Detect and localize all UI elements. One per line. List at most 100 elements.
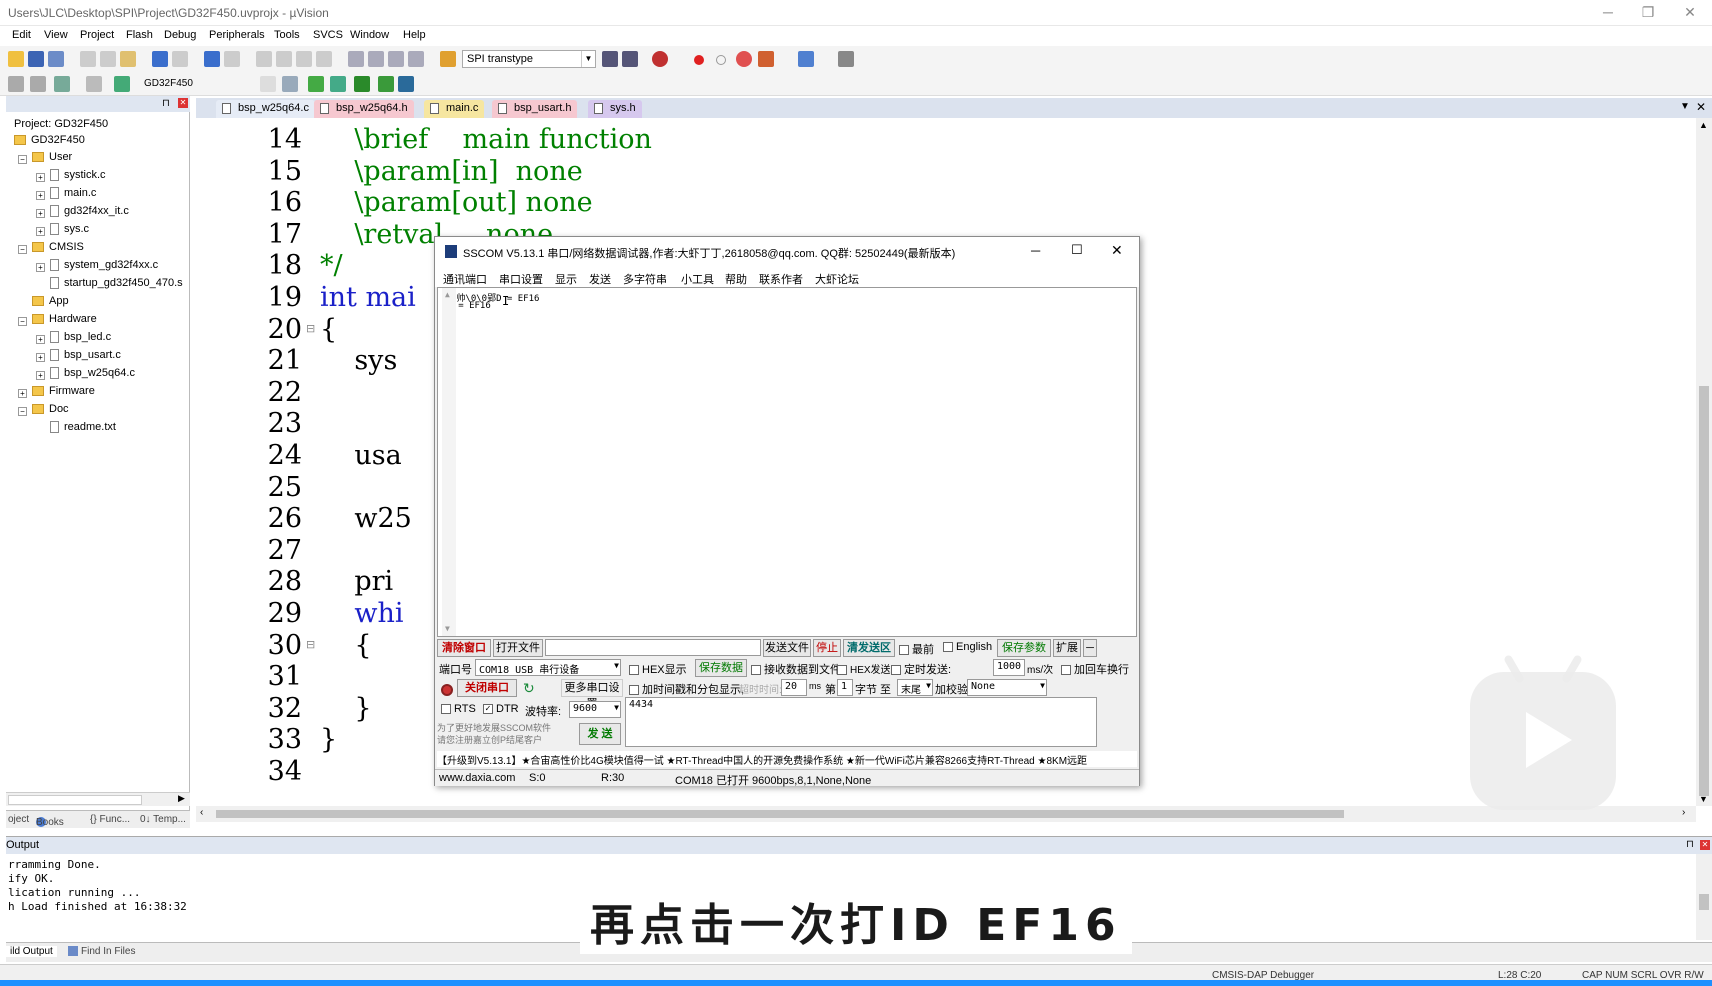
close-icon[interactable]: ✕ <box>1696 100 1706 114</box>
hex-display-checkbox[interactable]: HEX显示 <box>629 661 687 677</box>
output-vscroll[interactable] <box>1696 854 1712 940</box>
breakpoint-disable-icon[interactable] <box>716 55 726 65</box>
project-hscroll[interactable]: ▶ <box>6 792 190 806</box>
tab-list-icon[interactable]: ▼ <box>1680 101 1690 112</box>
timeout-input[interactable]: 20 <box>781 679 807 696</box>
tab-bsp-usart-h[interactable]: bsp_usart.h <box>492 100 578 118</box>
receive-area[interactable]: 郢D帅\0\0郢D = EF16 ID = EF16 I ▲ ▼ <box>437 287 1137 637</box>
rebuild-icon[interactable] <box>54 76 70 92</box>
batch-build-icon[interactable] <box>86 76 102 92</box>
bookmark-next-icon[interactable] <box>296 51 312 67</box>
menu-debug[interactable]: Debug <box>164 29 196 41</box>
baud-select[interactable]: 9600 ▼ <box>569 701 621 718</box>
clear-window-button[interactable]: 清除窗口 <box>437 639 491 657</box>
tree-file-system[interactable]: system_gd32f4xx.c <box>50 259 158 272</box>
close-icon[interactable]: ✕ <box>1672 4 1708 24</box>
forward-icon[interactable] <box>224 51 240 67</box>
configure-icon[interactable] <box>838 51 854 67</box>
tab-bsp-w25q64-c[interactable]: bsp_w25q64.c <box>216 100 315 118</box>
editor-vscroll-thumb[interactable] <box>1699 386 1709 796</box>
tree-target[interactable]: GD32F450 <box>14 134 85 146</box>
find-icon[interactable] <box>602 51 618 67</box>
scroll-right-icon[interactable]: ▶ <box>178 793 185 804</box>
tree-file-main[interactable]: main.c <box>50 187 96 200</box>
open-folder-icon[interactable] <box>8 51 24 67</box>
pin-icon[interactable]: ⊓ <box>162 98 170 109</box>
scroll-left-icon[interactable]: ‹ <box>200 807 203 818</box>
output-vscroll-thumb[interactable] <box>1699 894 1709 910</box>
close-icon[interactable]: ✕ <box>1111 242 1123 259</box>
expand-icon[interactable]: + <box>36 335 45 344</box>
dtr-checkbox[interactable]: ✓ DTR <box>483 703 519 715</box>
comment-icon[interactable] <box>388 51 404 67</box>
bookmark-icon[interactable] <box>256 51 272 67</box>
scroll-up-icon[interactable]: ▲ <box>1699 120 1708 130</box>
collapse-icon[interactable]: ─ <box>1083 639 1097 657</box>
send-file-button[interactable]: 发送文件 <box>763 639 811 657</box>
minimize-icon[interactable]: ─ <box>1590 4 1626 24</box>
build-icon[interactable] <box>30 76 46 92</box>
expand-button[interactable]: 扩展 <box>1053 639 1081 657</box>
receive-vscroll[interactable]: ▲ ▼ <box>442 288 456 636</box>
tab-functions[interactable]: {} Func... <box>90 814 130 825</box>
sscom-menu-tools[interactable]: 小工具 <box>681 271 714 287</box>
options-icon[interactable] <box>260 76 276 92</box>
menu-edit[interactable]: Edit <box>12 29 31 41</box>
breakpoint-icon[interactable] <box>694 55 704 65</box>
collapse-icon[interactable]: − <box>18 407 27 416</box>
file-path-input[interactable] <box>545 639 761 656</box>
sscom-menu-contact[interactable]: 联系作者 <box>759 271 803 287</box>
tree-file-bsp-usart[interactable]: bsp_usart.c <box>50 349 121 362</box>
timestamp-checkbox[interactable]: 加时间戳和分包显示, <box>629 681 744 697</box>
editor-hscroll-thumb[interactable] <box>216 810 1344 818</box>
run-icon[interactable] <box>308 76 324 92</box>
byte-start-input[interactable]: 1 <box>837 679 853 696</box>
timed-send-checkbox[interactable]: 定时发送: <box>891 661 951 677</box>
sscom-menu-display[interactable]: 显示 <box>555 271 577 287</box>
indent-icon[interactable] <box>348 51 364 67</box>
minimize-icon[interactable]: ─ <box>1031 243 1040 258</box>
close-port-button[interactable]: 关闭串口 <box>457 679 517 697</box>
find-in-files-icon[interactable] <box>622 51 638 67</box>
topmost-checkbox[interactable]: 最前 <box>899 641 934 657</box>
menu-project[interactable]: Project <box>80 29 114 41</box>
menu-view[interactable]: View <box>44 29 68 41</box>
tree-group-app[interactable]: App <box>32 295 69 307</box>
expand-icon[interactable]: + <box>36 191 45 200</box>
save-params-button[interactable]: 保存参数 <box>997 639 1051 657</box>
tree-group-hardware[interactable]: Hardware <box>32 313 97 325</box>
menu-svcs[interactable]: SVCS <box>313 29 343 41</box>
editor-hscroll[interactable]: ‹ › <box>196 806 1696 822</box>
tab-project[interactable]: oject <box>8 814 29 825</box>
unindent-icon[interactable] <box>368 51 384 67</box>
collapse-icon[interactable]: − <box>18 245 27 254</box>
expand-icon[interactable]: + <box>18 389 27 398</box>
sscom-menu-forum[interactable]: 大虾论坛 <box>815 271 859 287</box>
tree-file-readme[interactable]: readme.txt <box>50 421 116 434</box>
download-icon[interactable] <box>114 76 130 92</box>
menu-peripherals[interactable]: Peripherals <box>209 29 265 41</box>
copy-icon[interactable] <box>100 51 116 67</box>
rts-checkbox[interactable]: RTS <box>441 703 476 715</box>
tree-group-user[interactable]: User <box>32 151 72 163</box>
english-checkbox[interactable]: English <box>943 641 992 653</box>
manage-icon[interactable] <box>282 76 298 92</box>
sscom-menu-send[interactable]: 发送 <box>589 271 611 287</box>
editor-vscroll[interactable]: ▲ ▼ <box>1696 118 1712 806</box>
close-icon[interactable]: ✕ <box>1700 840 1710 850</box>
tree-file-startup[interactable]: startup_gd32f450_470.s <box>50 277 183 290</box>
sscom-menu-help[interactable]: 帮助 <box>725 271 747 287</box>
tab-templates[interactable]: 0↓ Temp... <box>140 814 186 825</box>
byte-end-select[interactable]: 末尾 ▼ <box>897 679 933 696</box>
uncomment-icon[interactable] <box>408 51 424 67</box>
sscom-menu-serial[interactable]: 串口设置 <box>499 271 543 287</box>
sscom-site-link[interactable]: www.daxia.com <box>439 772 515 784</box>
target-combo[interactable]: SPI transtype ▼ <box>462 50 596 68</box>
target-name[interactable]: GD32F450 <box>144 78 193 89</box>
window-layout-icon[interactable] <box>798 51 814 67</box>
stop-button[interactable]: 停止 <box>813 639 841 657</box>
tab-build-output[interactable]: ild Output <box>6 946 57 957</box>
sscom-menu-multistring[interactable]: 多字符串 <box>623 271 667 287</box>
bookmark-prev-icon[interactable] <box>276 51 292 67</box>
expand-icon[interactable]: + <box>36 353 45 362</box>
